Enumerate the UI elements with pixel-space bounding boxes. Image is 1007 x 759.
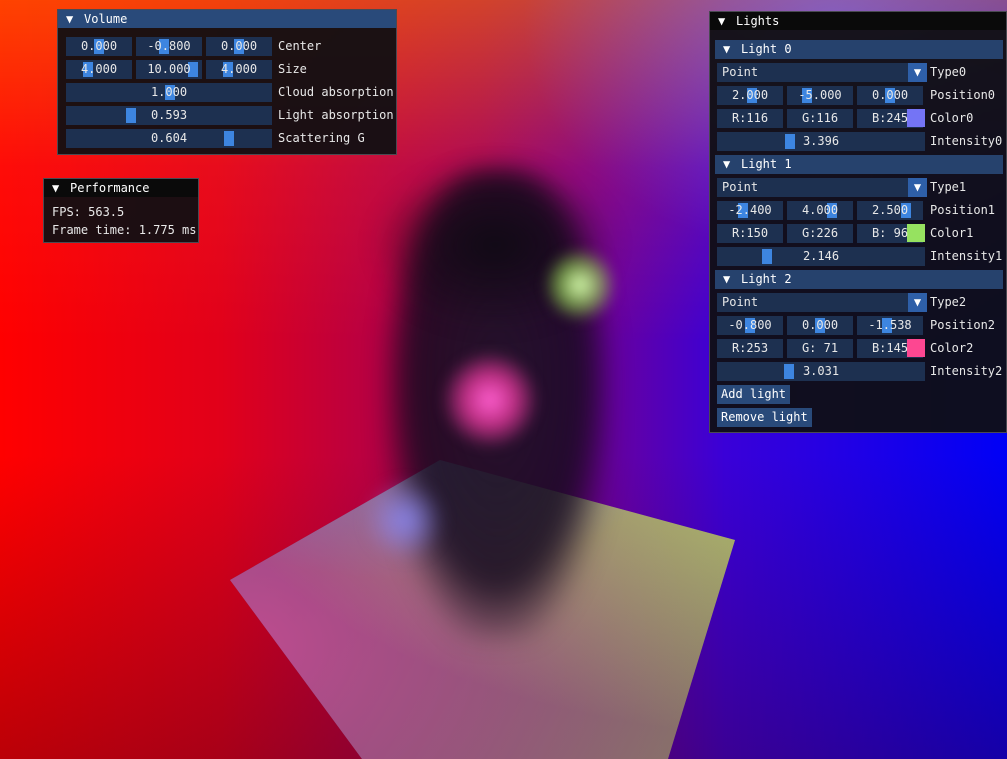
center-z-field[interactable]: 0.000 <box>206 37 272 56</box>
light-0-intensity-slider[interactable]: 3.396 <box>717 132 925 151</box>
light-absorption-label: Light absorption <box>278 108 394 122</box>
light-0-color-r[interactable]: R:116 <box>717 109 783 128</box>
light-2-type-combo[interactable]: Point ▼ <box>717 293 927 312</box>
light-1-color-g[interactable]: G:226 <box>787 224 853 243</box>
combo-arrow-icon[interactable]: ▼ <box>908 63 927 82</box>
light-0-position-z[interactable]: 0.000 <box>857 86 923 105</box>
light-1-position-x[interactable]: -2.400 <box>717 201 783 220</box>
collapse-triangle-icon[interactable]: ▼ <box>66 10 78 28</box>
slider-grab[interactable] <box>785 134 795 149</box>
remove-light-button[interactable]: Remove light <box>717 408 812 427</box>
slider-grab[interactable] <box>784 364 794 379</box>
add-light-button[interactable]: Add light <box>717 385 791 404</box>
light-0-position-x[interactable]: 2.000 <box>717 86 783 105</box>
collapse-triangle-icon[interactable]: ▼ <box>723 155 735 174</box>
size-z-field[interactable]: 4.000 <box>206 60 272 79</box>
slider-grab[interactable] <box>762 249 772 264</box>
cloud-absorption-slider[interactable]: 1.000 <box>66 83 272 102</box>
volume-window-title[interactable]: ▼ Volume <box>58 10 396 28</box>
collapse-triangle-icon[interactable]: ▼ <box>723 40 735 59</box>
light-1-color-r[interactable]: R:150 <box>717 224 783 243</box>
light-1-header[interactable]: ▼ Light 1 <box>715 155 1003 174</box>
light-1-intensity-label: Intensity1 <box>930 249 1003 263</box>
light-glow-green <box>545 245 615 325</box>
slider-grab[interactable] <box>126 108 136 123</box>
light-1-position-label: Position1 <box>930 203 996 217</box>
light-0-intensity-label: Intensity0 <box>930 134 1003 148</box>
light-2-type-label: Type2 <box>930 295 967 309</box>
light-1-position-y[interactable]: 4.000 <box>787 201 853 220</box>
center-x-field[interactable]: 0.000 <box>66 37 132 56</box>
fps-readout: FPS: 563.5 <box>52 205 125 219</box>
light-1-color-label: Color1 <box>930 226 974 240</box>
combo-arrow-icon[interactable]: ▼ <box>908 293 927 312</box>
light-1-color-swatch[interactable] <box>907 224 925 242</box>
light-0-color-swatch[interactable] <box>907 109 925 127</box>
volume-window[interactable]: ▼ Volume 0.000 -0.800 0.000 Center 4.000 … <box>57 9 397 155</box>
size-x-field[interactable]: 4.000 <box>66 60 132 79</box>
size-y-field[interactable]: 10.000 <box>136 60 202 79</box>
light-2-color-label: Color2 <box>930 341 974 355</box>
collapse-triangle-icon[interactable]: ▼ <box>723 270 735 289</box>
lights-window-title[interactable]: ▼ Lights <box>710 12 1006 30</box>
lights-window[interactable]: ▼ Lights ▼ Light 0 Point ▼ Type0 2.000 -5.… <box>709 11 1007 433</box>
frame-time-readout: Frame time: 1.775 ms <box>52 223 197 237</box>
light-absorption-slider[interactable]: 0.593 <box>66 106 272 125</box>
light-2-color-swatch[interactable] <box>907 339 925 357</box>
light-0-color-label: Color0 <box>930 111 974 125</box>
slider-grab[interactable] <box>224 131 234 146</box>
light-2-position-y[interactable]: 0.000 <box>787 316 853 335</box>
light-1-type-label: Type1 <box>930 180 967 194</box>
performance-window-title[interactable]: ▼ Performance <box>44 179 198 197</box>
performance-window[interactable]: ▼ Performance FPS: 563.5 Frame time: 1.77… <box>43 178 199 243</box>
light-0-position-label: Position0 <box>930 88 996 102</box>
light-0-color-g[interactable]: G:116 <box>787 109 853 128</box>
size-label: Size <box>278 62 307 76</box>
light-2-color-g[interactable]: G: 71 <box>787 339 853 358</box>
cloud-absorption-label: Cloud absorption <box>278 85 394 99</box>
center-y-field[interactable]: -0.800 <box>136 37 202 56</box>
combo-arrow-icon[interactable]: ▼ <box>908 178 927 197</box>
center-label: Center <box>278 39 322 53</box>
light-0-header[interactable]: ▼ Light 0 <box>715 40 1003 59</box>
light-2-color-r[interactable]: R:253 <box>717 339 783 358</box>
light-2-intensity-label: Intensity2 <box>930 364 1003 378</box>
light-1-intensity-slider[interactable]: 2.146 <box>717 247 925 266</box>
light-2-position-x[interactable]: -0.800 <box>717 316 783 335</box>
light-1-position-z[interactable]: 2.500 <box>857 201 923 220</box>
light-2-position-z[interactable]: -1.538 <box>857 316 923 335</box>
light-2-intensity-slider[interactable]: 3.031 <box>717 362 925 381</box>
light-1-type-combo[interactable]: Point ▼ <box>717 178 927 197</box>
light-2-header[interactable]: ▼ Light 2 <box>715 270 1003 289</box>
light-glow-pink <box>440 350 540 450</box>
light-0-type-combo[interactable]: Point ▼ <box>717 63 927 82</box>
light-0-position-y[interactable]: -5.000 <box>787 86 853 105</box>
light-2-position-label: Position2 <box>930 318 996 332</box>
scattering-g-label: Scattering G <box>278 131 365 145</box>
light-glow-blue <box>365 480 445 560</box>
collapse-triangle-icon[interactable]: ▼ <box>52 179 64 197</box>
light-0-type-label: Type0 <box>930 65 967 79</box>
collapse-triangle-icon[interactable]: ▼ <box>718 12 730 30</box>
scattering-g-slider[interactable]: 0.604 <box>66 129 272 148</box>
